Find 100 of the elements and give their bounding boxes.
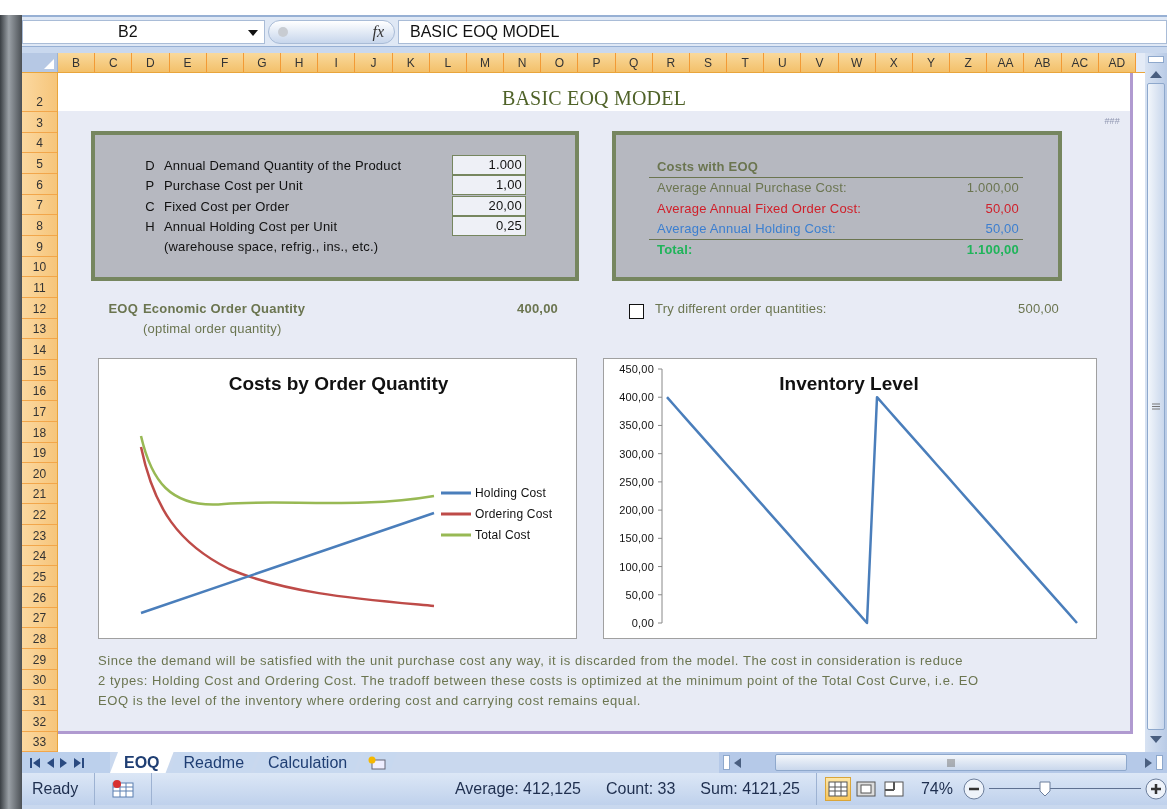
last-sheet-icon[interactable] [74, 757, 84, 768]
row-header[interactable]: 26 [22, 587, 57, 608]
row-header[interactable]: 14 [22, 339, 57, 360]
insert-function-button[interactable]: fx [268, 19, 395, 44]
row-header[interactable]: 33 [22, 731, 57, 752]
split-handle[interactable] [1156, 755, 1163, 770]
column-header[interactable]: P [578, 53, 616, 72]
zoom-level: 74% [920, 780, 953, 798]
triangle-icon [44, 59, 54, 69]
column-header[interactable]: W [838, 53, 876, 72]
column-header[interactable]: U [764, 53, 802, 72]
column-header[interactable]: AA [987, 53, 1025, 72]
chart-title: Inventory Level [778, 373, 920, 395]
row-header[interactable]: 20 [22, 463, 57, 484]
row-header[interactable]: 9 [22, 235, 57, 257]
column-header[interactable]: B [58, 53, 96, 72]
row-header[interactable]: 12 [22, 297, 57, 319]
column-header[interactable]: N [504, 53, 542, 72]
row-header[interactable]: 15 [22, 359, 57, 381]
row-header[interactable]: 11 [22, 277, 57, 298]
row-header[interactable]: 13 [22, 318, 57, 340]
row-header[interactable]: 17 [22, 401, 57, 422]
column-header[interactable]: C [95, 53, 133, 72]
input-cell[interactable]: 1,00 [452, 175, 526, 196]
symbol-label: EOQ [107, 301, 138, 318]
row-header[interactable]: 5 [22, 153, 57, 174]
column-header[interactable]: E [169, 53, 207, 72]
order-quantity-value: 500,00 [1018, 301, 1059, 318]
checkbox[interactable] [629, 304, 644, 319]
row-header[interactable]: 6 [22, 173, 57, 195]
row-header[interactable]: 29 [22, 649, 57, 670]
column-header[interactable]: X [875, 53, 913, 72]
row-header[interactable]: 23 [22, 525, 57, 546]
column-header[interactable]: Z [950, 53, 988, 72]
scroll-thumb[interactable] [1147, 83, 1165, 730]
new-sheet-icon [367, 754, 388, 771]
column-header[interactable]: M [466, 53, 505, 72]
first-sheet-icon[interactable] [30, 757, 40, 768]
column-header[interactable]: R [652, 53, 690, 72]
column-header[interactable]: L [429, 53, 467, 72]
cost-value: 50,00 [985, 221, 1019, 237]
row-header[interactable]: 21 [22, 483, 57, 505]
row-header[interactable]: 7 [22, 194, 57, 216]
eoq-value: 400,00 [516, 301, 558, 318]
column-header[interactable]: J [355, 53, 393, 72]
column-header[interactable]: T [727, 53, 765, 72]
column-header[interactable]: H [281, 53, 319, 72]
column-header[interactable]: G [243, 53, 282, 72]
column-header[interactable]: Q [615, 53, 653, 72]
scroll-thumb[interactable] [775, 754, 1127, 771]
slider-thumb[interactable] [1039, 781, 1052, 797]
cost-value: 1.000,00 [966, 180, 1019, 196]
name-box[interactable]: B2 [22, 19, 265, 44]
row-header[interactable]: 19 [22, 442, 57, 464]
row-header[interactable]: 24 [22, 545, 57, 567]
axis-tick-label: 50,00 [625, 588, 654, 601]
column-header[interactable]: K [392, 53, 430, 72]
previous-sheet-icon[interactable] [46, 757, 54, 768]
column-header[interactable]: D [132, 53, 170, 72]
row-header[interactable]: 28 [22, 628, 57, 650]
input-cell[interactable]: 0,25 [452, 216, 526, 237]
next-sheet-icon[interactable] [60, 757, 68, 768]
input-cell[interactable]: 20,00 [452, 195, 526, 216]
row-header[interactable]: 4 [22, 132, 57, 154]
row-header[interactable]: 8 [22, 215, 57, 236]
scroll-right-button[interactable] [1145, 757, 1152, 768]
column-header[interactable]: AD [1098, 53, 1136, 72]
row-header[interactable]: 10 [22, 256, 57, 278]
view-button[interactable] [824, 777, 851, 801]
column-header[interactable]: AB [1024, 53, 1062, 72]
zoom-out-button[interactable] [963, 778, 985, 800]
column-header[interactable]: O [541, 53, 579, 72]
row-header[interactable]: 18 [22, 421, 57, 443]
sheet-tab[interactable]: EOQ [110, 752, 174, 773]
split-handle[interactable] [723, 755, 730, 770]
note-text: 2 types: Holding Cost and Ordering Cost. The tradoff between these costs is optimized at the minimum point of the Total Cost Curve, i.e. EO [98, 673, 980, 690]
column-header[interactable]: V [801, 53, 839, 72]
zoom-in-button[interactable] [1145, 778, 1167, 800]
row-header[interactable]: 16 [22, 380, 57, 402]
row-header[interactable]: 22 [22, 504, 57, 526]
row-header[interactable]: 27 [22, 607, 57, 629]
input-cell[interactable]: 1.000 [452, 154, 526, 175]
column-header[interactable]: S [689, 53, 728, 72]
column-header[interactable]: I [318, 53, 356, 72]
column-header[interactable]: F [206, 53, 244, 72]
record-macro-icon[interactable] [111, 780, 136, 798]
formula-field[interactable]: BASIC EOQ MODEL [398, 19, 1167, 44]
split-handle[interactable] [1148, 56, 1164, 63]
grip-icon [947, 758, 955, 767]
column-header[interactable]: Y [912, 53, 951, 72]
row-header[interactable]: 2 [22, 73, 57, 112]
select-all-button[interactable] [22, 53, 58, 72]
row-header[interactable]: 3 [22, 112, 57, 133]
row-header[interactable]: 32 [22, 711, 57, 732]
row-header[interactable]: 30 [22, 669, 57, 691]
row-header[interactable]: 31 [22, 690, 57, 712]
column-header[interactable]: AC [1061, 53, 1099, 72]
row-header[interactable]: 25 [22, 566, 57, 588]
input-note: (warehouse space, refrig., ins., etc.) [164, 238, 380, 256]
scroll-left-button[interactable] [734, 757, 741, 768]
